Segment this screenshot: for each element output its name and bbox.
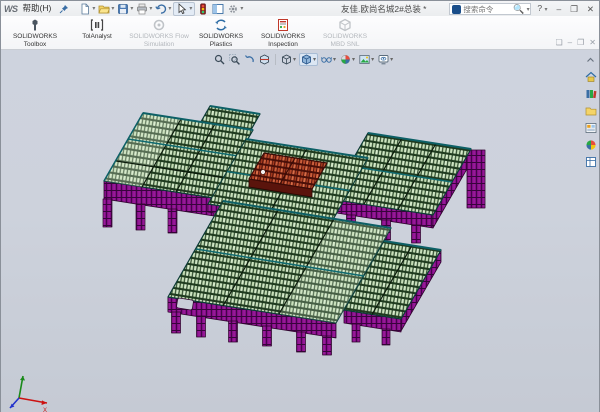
options-panel-button[interactable] (211, 3, 225, 15)
doc-icon: ❏ (556, 39, 563, 47)
solidworks-window: WS 帮助(H) ▾ ▾ ▾ ▾ ▾ ▾ (0, 0, 600, 412)
document-window-controls: ❏ – ❐ ✕ (556, 39, 597, 47)
open-icon (98, 3, 110, 15)
mbd-icon (338, 18, 352, 32)
rebuild-traffic-light-icon (197, 3, 209, 15)
tab-mbd-snl[interactable]: SOLIDWORKS MBD SNL (315, 17, 375, 48)
task-pane-tabs (582, 52, 599, 169)
view-palette-tab[interactable] (583, 121, 598, 135)
previous-view-icon (244, 54, 255, 65)
3d-model[interactable]: X (1, 50, 599, 412)
tab-solidworks-toolbox[interactable]: SOLIDWORKS Toolbox (5, 17, 65, 48)
tab-inspection[interactable]: SOLIDWORKS Inspection (253, 17, 313, 48)
appearances-scenes-tab[interactable] (583, 138, 598, 152)
edit-appearance-button[interactable]: ▾ (339, 54, 356, 65)
print-button[interactable]: ▾ (135, 3, 153, 15)
plastics-icon (214, 18, 228, 32)
home-icon (585, 71, 597, 83)
tab-flow-simulation[interactable]: SOLIDWORKS Flow Simulation (129, 17, 189, 48)
flow-simulation-icon (152, 18, 166, 32)
previous-view-button[interactable] (243, 54, 256, 65)
custom-properties-tab[interactable] (583, 155, 598, 169)
title-bar: WS 帮助(H) ▾ ▾ ▾ ▾ ▾ ▾ (1, 1, 599, 16)
rebuild-button[interactable] (196, 3, 210, 15)
zoom-to-fit-button[interactable] (213, 54, 226, 65)
zoom-to-area-icon (229, 54, 240, 65)
commandmanager-addins-row: SOLIDWORKS Toolbox TolAnalyst SOLIDWORKS… (1, 16, 599, 50)
folder-icon (585, 105, 597, 117)
select-cursor-icon (176, 3, 188, 15)
section-view-button[interactable] (258, 54, 271, 65)
display-style-icon (301, 54, 312, 65)
inspection-icon (276, 18, 290, 32)
collapse-task-pane-button[interactable] (583, 53, 598, 67)
heads-up-toolbar: ▾ ▾ ▾ ▾ ▾ ▾ (213, 52, 394, 66)
search-dropdown-icon[interactable]: ▾ (527, 6, 530, 13)
print-icon (136, 3, 148, 15)
toolbox-icon (28, 18, 42, 32)
undo-button[interactable]: ▾ (154, 3, 172, 15)
solidworks-resources-tab[interactable] (583, 70, 598, 84)
hide-show-items-button[interactable]: ▾ (320, 54, 337, 65)
save-button[interactable]: ▾ (116, 3, 134, 15)
zoom-to-area-button[interactable] (228, 54, 241, 65)
tolanalyst-icon (90, 18, 104, 32)
restore-button[interactable]: ❐ (567, 3, 581, 15)
new-document-button[interactable]: ▾ (78, 3, 96, 15)
file-explorer-tab[interactable] (583, 104, 598, 118)
section-view-icon (259, 54, 270, 65)
pin-menu-icon[interactable] (59, 4, 69, 14)
select-button[interactable]: ▾ (173, 2, 195, 16)
apply-scene-icon (359, 54, 370, 65)
new-document-icon (79, 3, 91, 15)
menu-help[interactable]: 帮助(H) (18, 2, 57, 15)
view-palette-icon (585, 122, 597, 134)
view-orientation-icon (281, 54, 292, 65)
doc-restore-button[interactable]: ❐ (577, 39, 584, 47)
search-input[interactable] (463, 5, 511, 14)
tab-tolanalyst[interactable]: TolAnalyst (67, 17, 127, 41)
edit-appearance-icon (340, 54, 351, 65)
command-search[interactable]: 🔍 ▾ (449, 3, 531, 15)
minimize-button[interactable]: – (554, 3, 565, 15)
collapse-icon (586, 56, 595, 65)
search-icon[interactable]: 🔍 (513, 4, 524, 15)
tab-plastics[interactable]: SOLIDWORKS Plastics (191, 17, 251, 48)
search-scope-icon (452, 5, 461, 14)
apply-scene-button[interactable]: ▾ (358, 54, 375, 65)
view-settings-icon (378, 54, 389, 65)
settings-gear-icon (227, 3, 239, 15)
save-icon (117, 3, 129, 15)
titlebar-right: 🔍 ▾ ? ▾ – ❐ ✕ (449, 2, 597, 16)
hide-show-items-icon (321, 54, 332, 65)
open-button[interactable]: ▾ (97, 3, 115, 15)
zoom-to-fit-icon (214, 54, 225, 65)
triad-x-label: X (43, 408, 47, 412)
display-style-button[interactable]: ▾ (299, 53, 318, 66)
custom-properties-icon (585, 156, 597, 168)
building-model (103, 106, 485, 355)
toolbar-separator (275, 54, 276, 65)
view-orientation-button[interactable]: ▾ (280, 54, 297, 65)
reference-triad: X (10, 376, 47, 412)
help-button[interactable]: ? ▾ (534, 2, 550, 16)
doc-close-button[interactable]: ✕ (589, 39, 596, 47)
settings-button[interactable]: ▾ (226, 3, 244, 15)
document-title: 友佳.欧尚名城2#总装 * (341, 3, 427, 15)
design-library-icon (585, 88, 597, 100)
close-button[interactable]: ✕ (584, 3, 597, 15)
quick-access-toolbar: ▾ ▾ ▾ ▾ ▾ ▾ ▾ (78, 2, 244, 16)
doc-minimize-button[interactable]: – (568, 39, 572, 47)
view-settings-button[interactable]: ▾ (377, 54, 394, 65)
graphics-viewport[interactable]: X ▾ ▾ ▾ ▾ (1, 50, 599, 412)
design-library-tab[interactable] (583, 87, 598, 101)
appearances-icon (585, 139, 597, 151)
undo-icon (155, 3, 167, 15)
options-panel-icon (212, 3, 224, 15)
solidworks-logo-fragment: WS (4, 4, 18, 14)
